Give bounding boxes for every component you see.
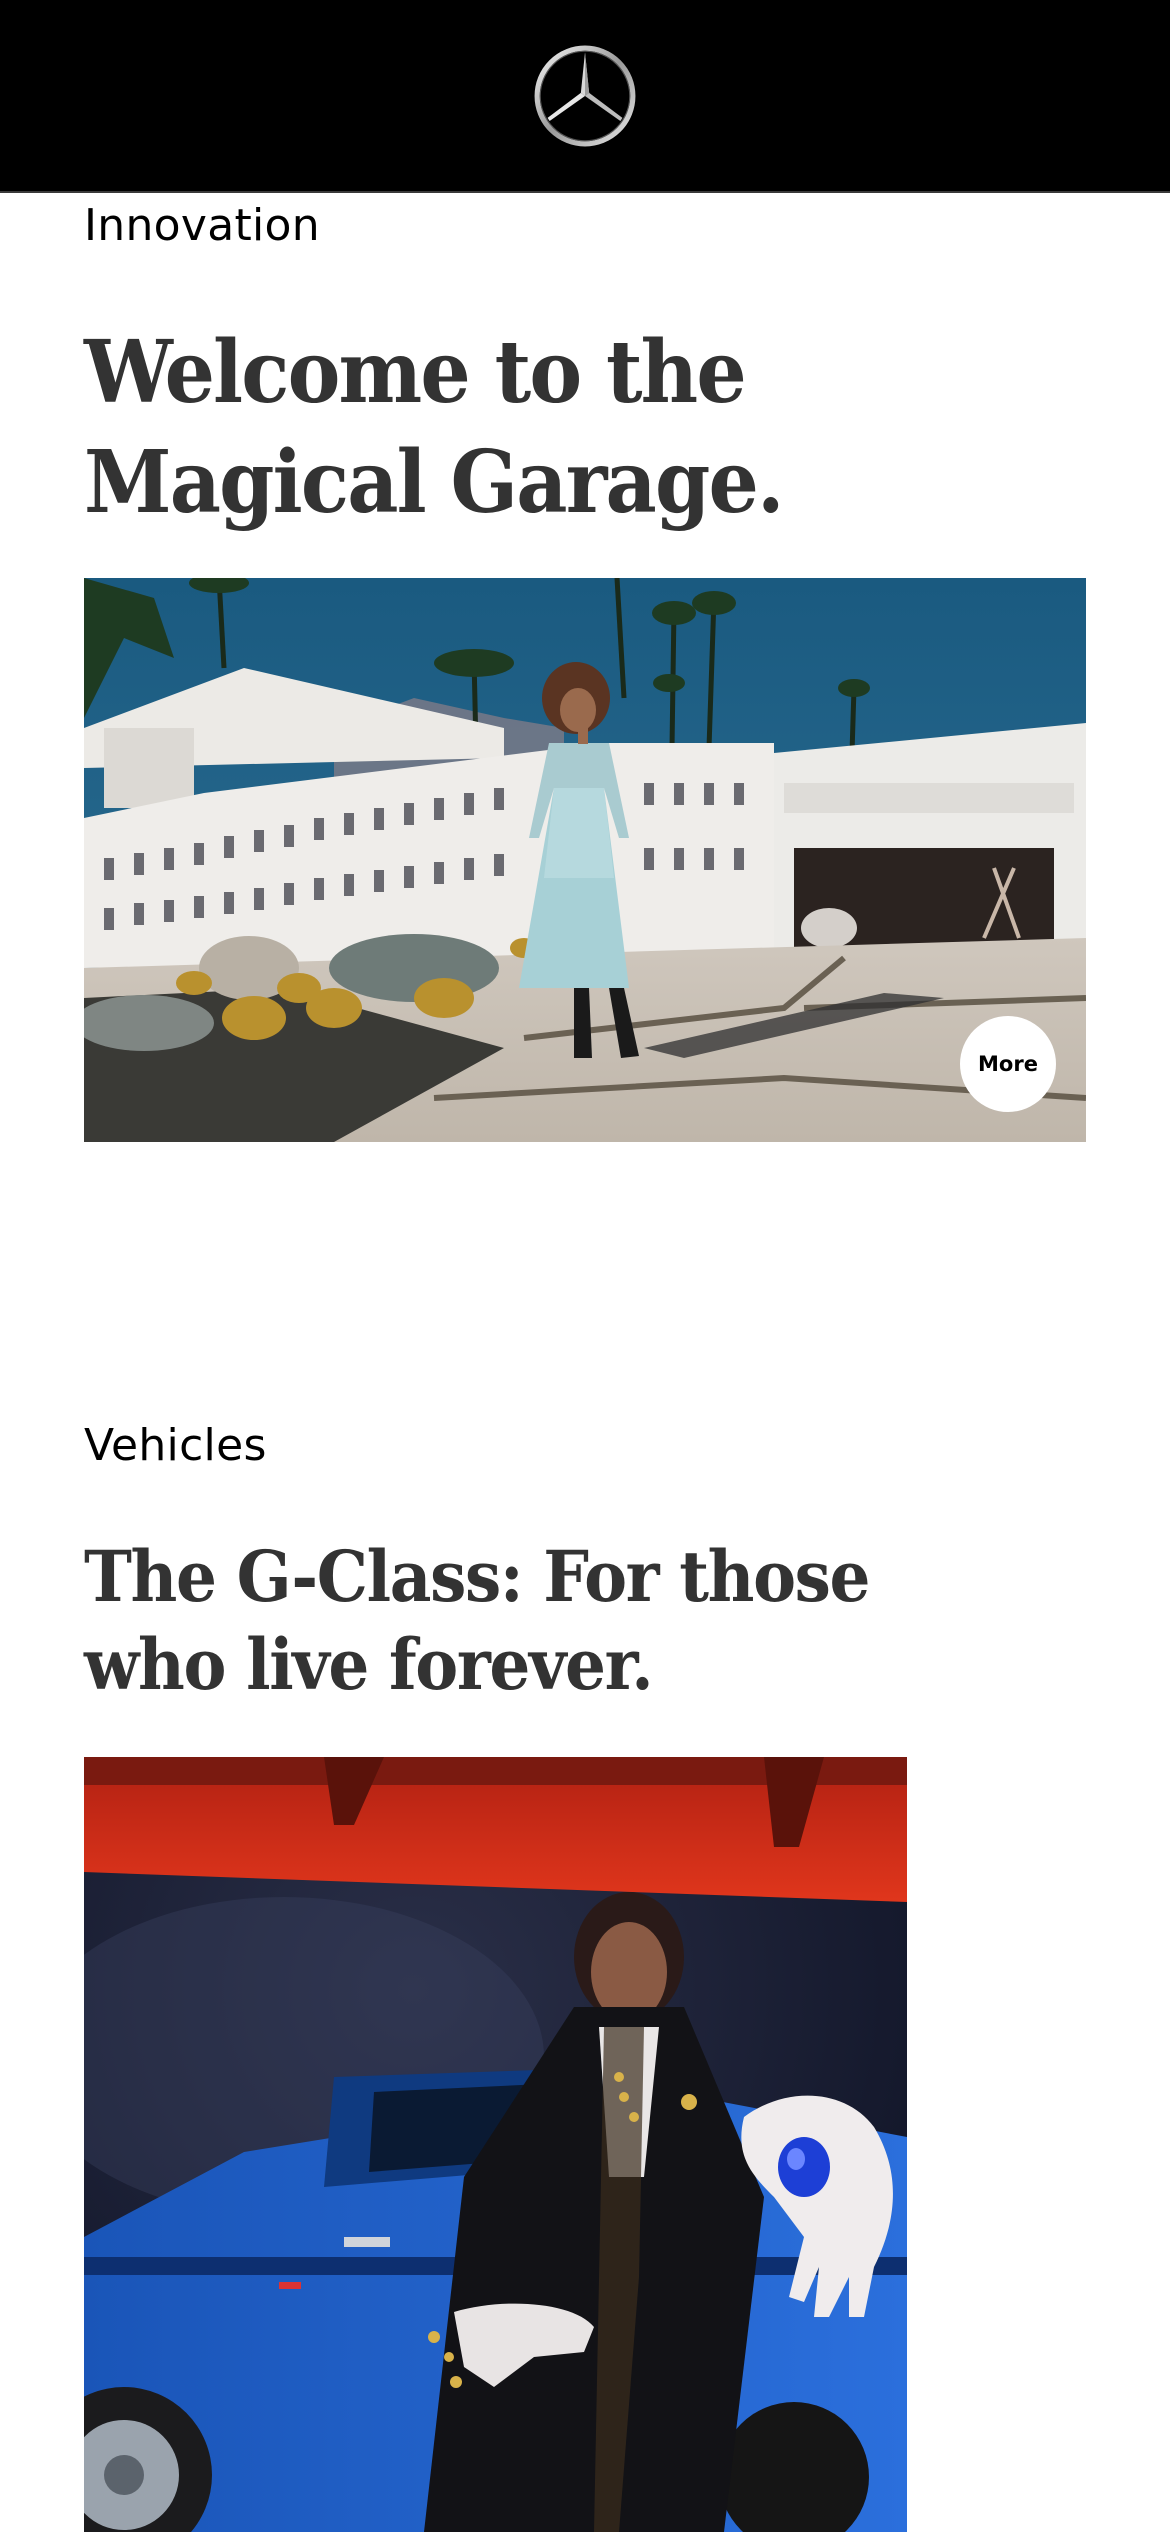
- hero-image-g-class[interactable]: [84, 1757, 907, 2532]
- headline-g-class[interactable]: The G-Class: For those who live forever.: [84, 1533, 912, 1709]
- photo-woman-modernist-house: [84, 578, 1086, 1142]
- hero-image-magical-garage[interactable]: More: [84, 578, 1086, 1142]
- top-bar: [0, 0, 1170, 193]
- photo-woman-blue-g-class: [84, 1757, 907, 2532]
- section-label-vehicles: Vehicles: [84, 1420, 267, 1471]
- section-label-innovation: Innovation: [84, 200, 320, 251]
- headline-magical-garage[interactable]: Welcome to the Magical Garage.: [84, 318, 1022, 538]
- more-button[interactable]: More: [960, 1016, 1056, 1112]
- mercedes-star-icon[interactable]: [533, 44, 637, 148]
